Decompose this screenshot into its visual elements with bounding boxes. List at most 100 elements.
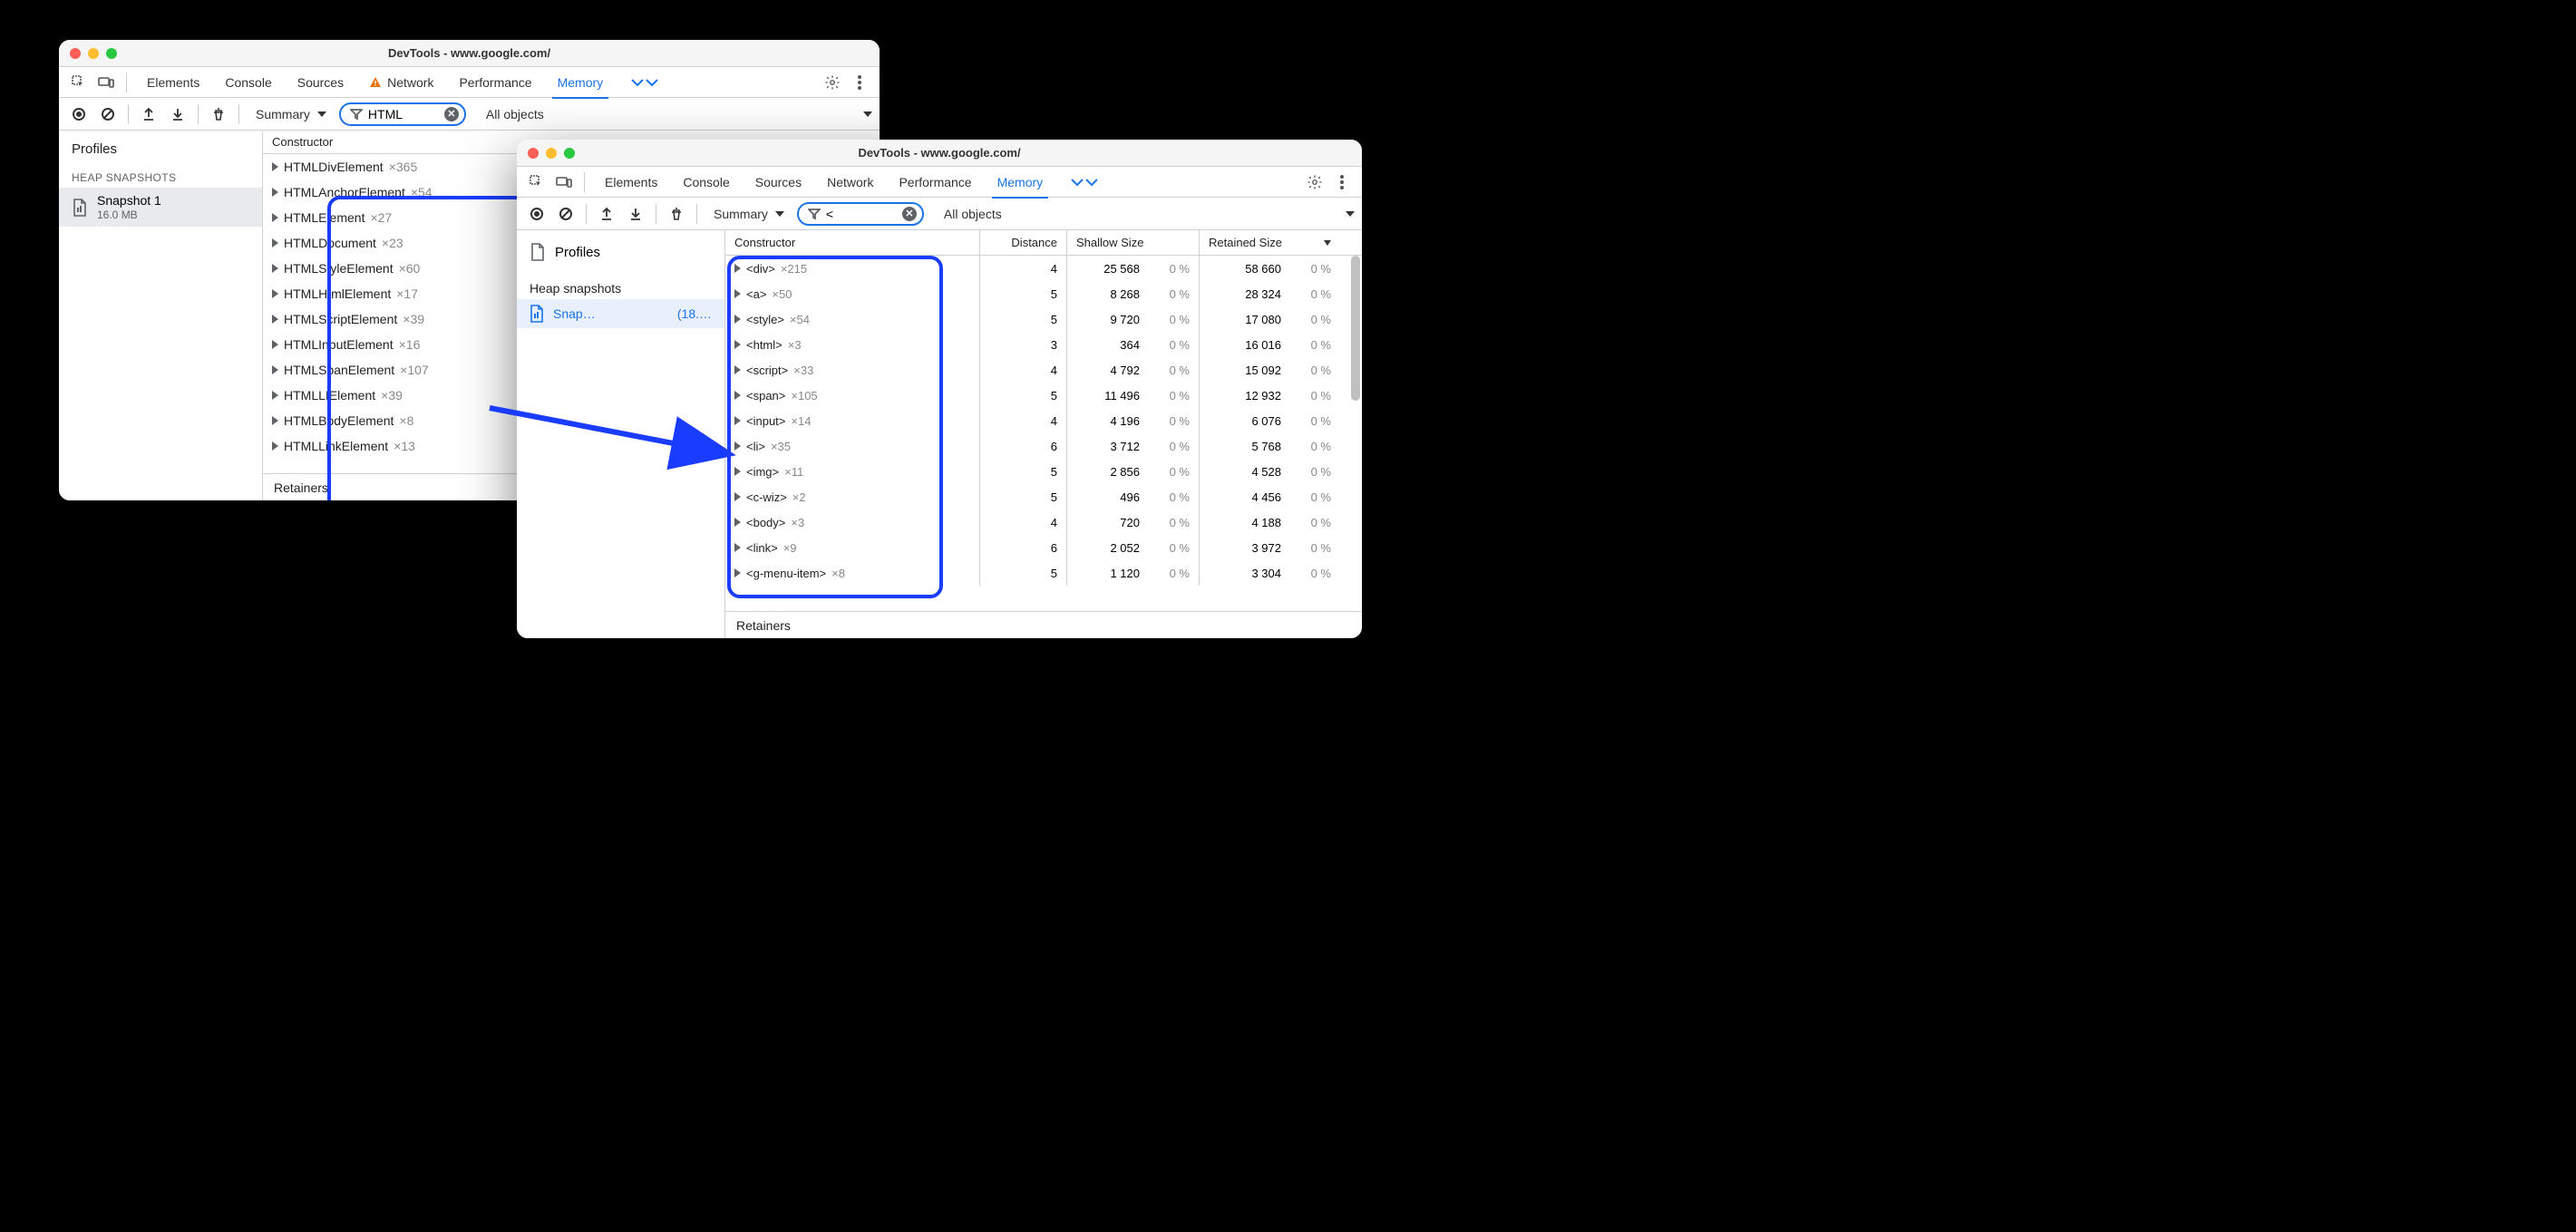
expand-icon[interactable] bbox=[272, 289, 278, 298]
view-dropdown[interactable]: Summary bbox=[705, 202, 793, 226]
expand-icon[interactable] bbox=[272, 365, 278, 374]
expand-icon[interactable] bbox=[734, 264, 741, 273]
expand-icon[interactable] bbox=[734, 441, 741, 451]
tab-console[interactable]: Console bbox=[212, 67, 284, 98]
expand-icon[interactable] bbox=[272, 315, 278, 324]
filter-input[interactable] bbox=[826, 207, 897, 221]
filter-input[interactable] bbox=[368, 107, 439, 121]
view-dropdown[interactable]: Summary bbox=[247, 102, 335, 126]
clear-icon[interactable] bbox=[553, 201, 578, 227]
export-icon[interactable] bbox=[594, 201, 619, 227]
shallow-cell: 2 052 bbox=[1067, 541, 1149, 555]
chevron-down-icon bbox=[863, 112, 872, 117]
table-row[interactable]: <style>×5459 7200 %17 0800 % bbox=[725, 306, 1362, 332]
export-icon[interactable] bbox=[136, 102, 161, 127]
expand-icon[interactable] bbox=[734, 365, 741, 374]
clear-filter-icon[interactable]: ✕ bbox=[444, 107, 459, 121]
snapshot-item[interactable]: Snapshot 1 16.0 MB bbox=[59, 188, 262, 227]
retained-pct-cell: 0 % bbox=[1290, 313, 1340, 326]
settings-icon[interactable] bbox=[1302, 170, 1327, 195]
expand-icon[interactable] bbox=[272, 391, 278, 400]
retained-col-header[interactable]: Retained Size bbox=[1200, 236, 1340, 249]
snapshot-item[interactable]: Snap… (18.… bbox=[517, 299, 724, 328]
table-row[interactable]: <script>×3344 7920 %15 0920 % bbox=[725, 357, 1362, 383]
tab-elements[interactable]: Elements bbox=[134, 67, 212, 98]
table-row[interactable]: <link>×962 0520 %3 9720 % bbox=[725, 535, 1362, 560]
device-icon[interactable] bbox=[93, 70, 119, 95]
tab-memory[interactable]: Memory bbox=[985, 167, 1056, 198]
tab-sources[interactable]: Sources bbox=[285, 67, 356, 98]
zoom-button[interactable] bbox=[106, 48, 117, 59]
expand-icon[interactable] bbox=[734, 289, 741, 298]
table-row[interactable]: <div>×215425 5680 %58 6600 % bbox=[725, 256, 1362, 281]
table-row[interactable]: <span>×105511 4960 %12 9320 % bbox=[725, 383, 1362, 408]
more-tabs[interactable] bbox=[1057, 167, 1112, 198]
table-row[interactable]: <html>×333640 %16 0160 % bbox=[725, 332, 1362, 357]
expand-icon[interactable] bbox=[272, 340, 278, 349]
tab-performance[interactable]: Performance bbox=[886, 167, 984, 198]
table-row[interactable]: <g-menu-item>×851 1200 %3 3040 % bbox=[725, 560, 1362, 586]
close-button[interactable] bbox=[528, 148, 539, 159]
expand-icon[interactable] bbox=[734, 416, 741, 425]
tab-sources[interactable]: Sources bbox=[743, 167, 814, 198]
expand-icon[interactable] bbox=[734, 492, 741, 501]
inspect-icon[interactable] bbox=[524, 170, 549, 195]
minimize-button[interactable] bbox=[546, 148, 557, 159]
table-row[interactable]: <c-wiz>×254960 %4 4560 % bbox=[725, 484, 1362, 509]
expand-icon[interactable] bbox=[272, 188, 278, 197]
import-icon[interactable] bbox=[623, 201, 648, 227]
expand-icon[interactable] bbox=[272, 264, 278, 273]
import-icon[interactable] bbox=[165, 102, 190, 127]
clear-filter-icon[interactable]: ✕ bbox=[902, 207, 917, 221]
record-icon[interactable] bbox=[524, 201, 549, 227]
objects-dropdown[interactable]: All objects bbox=[477, 102, 553, 126]
kebab-icon[interactable] bbox=[1329, 170, 1355, 195]
chevron-down-icon bbox=[1346, 211, 1355, 217]
table-row[interactable]: <a>×5058 2680 %28 3240 % bbox=[725, 281, 1362, 306]
gc-icon[interactable] bbox=[206, 102, 231, 127]
record-icon[interactable] bbox=[66, 102, 92, 127]
expand-icon[interactable] bbox=[272, 213, 278, 222]
tab-performance[interactable]: Performance bbox=[446, 67, 544, 98]
kebab-icon[interactable] bbox=[847, 70, 872, 95]
constructor-col-header[interactable]: Constructor bbox=[725, 236, 979, 249]
retainers-panel[interactable]: Retainers bbox=[725, 611, 1362, 638]
clear-icon[interactable] bbox=[95, 102, 121, 127]
minimize-button[interactable] bbox=[88, 48, 99, 59]
expand-icon[interactable] bbox=[734, 568, 741, 577]
table-row[interactable]: <img>×1152 8560 %4 5280 % bbox=[725, 459, 1362, 484]
zoom-button[interactable] bbox=[564, 148, 575, 159]
table-row[interactable]: <li>×3563 7120 %5 7680 % bbox=[725, 433, 1362, 459]
tab-console[interactable]: Console bbox=[670, 167, 742, 198]
retained-cell: 15 092 bbox=[1200, 364, 1290, 377]
close-button[interactable] bbox=[70, 48, 81, 59]
expand-icon[interactable] bbox=[272, 238, 278, 247]
expand-icon[interactable] bbox=[734, 543, 741, 552]
expand-icon[interactable] bbox=[272, 441, 278, 451]
expand-icon[interactable] bbox=[272, 162, 278, 171]
tab-elements[interactable]: Elements bbox=[592, 167, 670, 198]
table-row[interactable]: <body>×347200 %4 1880 % bbox=[725, 509, 1362, 535]
expand-icon[interactable] bbox=[272, 416, 278, 425]
expand-icon[interactable] bbox=[734, 340, 741, 349]
class-filter[interactable]: ✕ bbox=[339, 102, 466, 126]
settings-icon[interactable] bbox=[820, 70, 845, 95]
distance-col-header[interactable]: Distance bbox=[980, 236, 1066, 249]
tab-network[interactable]: Network bbox=[356, 67, 446, 98]
expand-icon[interactable] bbox=[734, 518, 741, 527]
class-filter[interactable]: ✕ bbox=[797, 202, 924, 226]
more-tabs[interactable] bbox=[617, 67, 672, 98]
table-row[interactable]: <input>×1444 1960 %6 0760 % bbox=[725, 408, 1362, 433]
tab-memory[interactable]: Memory bbox=[545, 67, 617, 98]
shallow-col-header[interactable]: Shallow Size bbox=[1067, 236, 1199, 249]
expand-icon[interactable] bbox=[734, 315, 741, 324]
gc-icon[interactable] bbox=[664, 201, 689, 227]
inspect-icon[interactable] bbox=[66, 70, 92, 95]
objects-dropdown[interactable]: All objects bbox=[935, 202, 1011, 226]
expand-icon[interactable] bbox=[734, 467, 741, 476]
device-icon[interactable] bbox=[551, 170, 577, 195]
tab-network[interactable]: Network bbox=[814, 167, 886, 198]
scrollbar[interactable] bbox=[1351, 256, 1360, 401]
expand-icon[interactable] bbox=[734, 391, 741, 400]
constructor-col-header[interactable]: Constructor bbox=[263, 135, 342, 149]
